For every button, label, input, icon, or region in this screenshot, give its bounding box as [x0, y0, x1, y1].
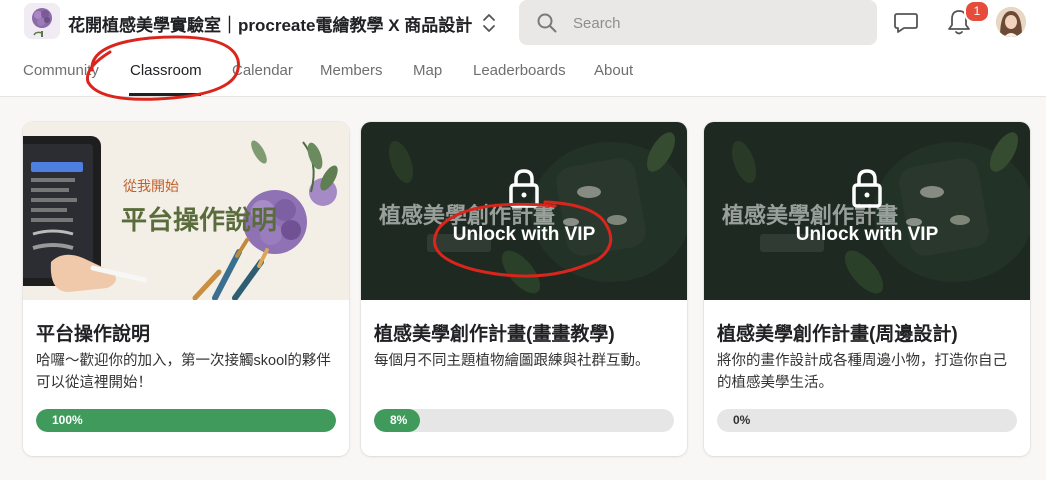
course-card-platform-guide[interactable]: 從我開始 平台操作說明 平台操作說明 哈囉～歡迎你的加入，第一次接觸skool的… [23, 122, 349, 456]
group-title[interactable]: 花開植感美學實驗室｜procreate電繪教學 X 商品設計 [68, 11, 472, 36]
active-tab-indicator [129, 93, 201, 96]
course-title: 植感美學創作計畫(周邊設計) [717, 324, 958, 345]
course-title: 平台操作說明 [36, 324, 151, 345]
unlock-with-vip-label[interactable]: Unlock with VIP [704, 224, 1030, 246]
unlock-with-vip-label[interactable]: Unlock with VIP [361, 224, 687, 246]
course-progress-bar: 8% [374, 409, 674, 432]
main-tabs: Community Classroom Calendar Members Map… [0, 56, 1046, 96]
tab-community[interactable]: Community [23, 62, 99, 79]
tab-calendar[interactable]: Calendar [232, 62, 293, 79]
tab-members[interactable]: Members [320, 62, 383, 79]
course-cover-image: 植感美學創作計畫 Unlock with VIP [704, 122, 1030, 300]
notification-badge: 1 [964, 0, 990, 23]
lock-icon [509, 169, 539, 208]
course-title: 植感美學創作計畫(畫畫教學) [374, 324, 615, 345]
chat-icon[interactable] [892, 10, 920, 36]
course-card-drawing[interactable]: 植感美學創作計畫 Unlock with VIP 植感美學創作計畫(畫畫教學) … [361, 122, 687, 456]
search-bar[interactable] [519, 0, 877, 47]
course-card-merch-design[interactable]: 植感美學創作計畫 Unlock with VIP 植感美學創作計畫(周邊設計) … [704, 122, 1030, 456]
progress-label: 100% [52, 413, 83, 427]
course-description: 哈囉～歡迎你的加入，第一次接觸skool的夥伴可以從這裡開始！ [36, 353, 331, 391]
course-cover-image: 從我開始 平台操作說明 [23, 122, 349, 300]
progress-label: 8% [390, 413, 408, 427]
tab-leaderboards[interactable]: Leaderboards [473, 62, 566, 79]
course-progress-bar: 0% [717, 409, 1017, 432]
tab-about[interactable]: About [594, 62, 633, 79]
progress-label: 0% [733, 413, 751, 427]
top-navigation: 花開植感美學實驗室｜procreate電繪教學 X 商品設計 1 Communi… [0, 0, 1046, 97]
avatar[interactable] [996, 7, 1026, 37]
course-cover-image: 植感美學創作計畫 Unlock with VIP [361, 122, 687, 300]
course-description: 每個月不同主題植物繪圖跟練與社群互動。 [374, 353, 650, 369]
chevron-up-down-icon[interactable] [480, 12, 498, 34]
tab-map[interactable]: Map [413, 62, 442, 79]
lock-icon [852, 169, 882, 208]
cover-title: 平台操作說明 [121, 206, 278, 236]
course-progress-bar: 100% [36, 409, 336, 432]
group-logo[interactable] [24, 3, 60, 39]
tab-classroom[interactable]: Classroom [130, 62, 202, 79]
search-input[interactable] [571, 0, 865, 47]
search-icon [537, 13, 557, 33]
course-description: 將你的畫作設計成各種周邊小物，打造你自己的植感美學生活。 [717, 353, 1007, 391]
cover-subtitle: 從我開始 [123, 179, 179, 195]
